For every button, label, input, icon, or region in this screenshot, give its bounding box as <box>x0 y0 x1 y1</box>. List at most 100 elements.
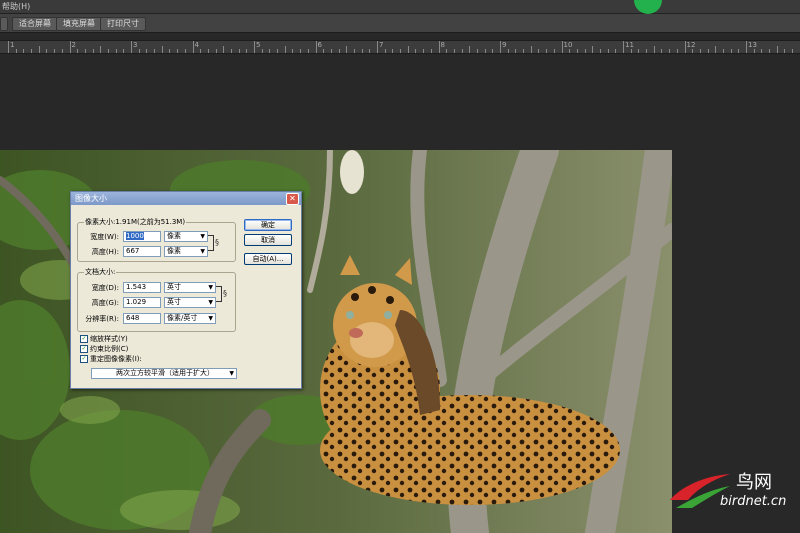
document-size-label: 文档大小: <box>84 267 117 277</box>
ruler-major-tick <box>438 41 440 53</box>
ruler-minor-tick <box>707 49 709 53</box>
ruler-major-tick <box>684 41 686 53</box>
ruler-major-tick <box>500 41 501 53</box>
ruler-minor-tick <box>415 49 417 53</box>
ruler-label: 10 <box>563 41 573 49</box>
auto-button[interactable]: 自动(A)... <box>244 253 292 265</box>
watermark-cn: 鸟网 <box>736 472 772 493</box>
ruler-major-tick <box>623 41 624 53</box>
pixel-height-unit-select[interactable]: 像素 ▼ <box>164 246 208 257</box>
constrain-proportions-label: 约束比例(C) <box>90 345 129 353</box>
ruler-minor-tick <box>792 49 794 53</box>
ruler-minor-tick <box>300 49 302 53</box>
ruler-minor-tick <box>615 49 617 53</box>
ruler-minor-tick <box>669 49 671 53</box>
constrain-proportions-checkbox[interactable]: ✓ <box>80 345 88 353</box>
ruler-minor-tick <box>200 49 202 53</box>
ruler-minor-tick <box>546 49 548 53</box>
ruler-major-tick <box>561 41 563 53</box>
ruler-minor-tick <box>15 49 17 53</box>
ruler-minor-tick <box>784 49 786 53</box>
ruler-minor-tick <box>630 49 632 53</box>
ruler-minor-tick <box>476 49 478 53</box>
pixel-width-label: 宽度(W): <box>90 233 119 241</box>
ruler-minor-tick <box>646 49 648 53</box>
doc-height-unit-select[interactable]: 英寸 ▼ <box>164 297 216 308</box>
ruler-minor-tick <box>492 49 494 53</box>
pixel-height-input[interactable]: 667 <box>123 246 161 257</box>
ruler-minor-tick <box>230 49 232 53</box>
ruler-minor-tick <box>138 49 140 53</box>
ruler-minor-tick <box>369 49 371 53</box>
ruler-label: 9 <box>502 41 507 49</box>
ruler-label: 3 <box>133 41 138 49</box>
ruler-minor-tick <box>146 49 148 53</box>
ruler-minor-tick <box>553 49 555 53</box>
menu-bar: 帮助(H) <box>0 0 800 14</box>
resolution-label: 分辨率(R): <box>85 315 119 323</box>
ruler-minor-tick <box>115 49 117 53</box>
ruler-minor-tick <box>400 49 402 53</box>
close-icon[interactable]: ✕ <box>286 193 299 205</box>
ruler-minor-tick <box>361 49 363 53</box>
resample-method-select[interactable]: 两次立方较平滑（适用于扩大） ▼ <box>91 368 237 379</box>
ruler-minor-tick <box>346 46 348 53</box>
ruler-minor-tick <box>338 49 340 53</box>
ruler-minor-tick <box>31 49 33 53</box>
ruler-label: 4 <box>194 41 199 49</box>
ruler-minor-tick <box>538 49 540 53</box>
doc-width-unit-select[interactable]: 英寸 ▼ <box>164 282 216 293</box>
ruler-minor-tick <box>284 46 286 53</box>
ruler-minor-tick <box>323 49 325 53</box>
ruler-minor-tick <box>384 49 386 53</box>
ruler-minor-tick <box>246 49 248 53</box>
menu-help[interactable]: 帮助(H) <box>2 1 30 12</box>
chain-link-icon: § <box>215 238 219 247</box>
ruler-minor-tick <box>638 49 640 53</box>
ruler-label: 12 <box>686 41 696 49</box>
pixel-width-unit-select[interactable]: 像素 ▼ <box>164 231 208 242</box>
chevron-down-icon: ▼ <box>200 233 205 240</box>
ok-button[interactable]: 确定 <box>244 219 292 231</box>
cancel-button[interactable]: 取消 <box>244 234 292 246</box>
ruler-label: 2 <box>71 41 76 49</box>
ruler-minor-tick <box>307 49 309 53</box>
print-size-button[interactable]: 打印尺寸 <box>100 17 146 31</box>
ruler-minor-tick <box>523 49 525 53</box>
ruler-label: 11 <box>625 41 634 49</box>
scale-styles-checkbox[interactable]: ✓ <box>80 335 88 343</box>
chevron-down-icon: ▼ <box>208 299 213 306</box>
resolution-input[interactable]: 648 <box>123 313 161 324</box>
dialog-titlebar[interactable]: 图像大小 ✕ <box>71 192 301 205</box>
ruler-label: 1 <box>10 41 15 49</box>
ruler-label: 5 <box>256 41 261 49</box>
ruler-minor-tick <box>123 49 125 53</box>
ruler-minor-tick <box>238 49 240 53</box>
ruler-major-tick <box>377 41 378 53</box>
ruler-minor-tick <box>46 49 48 53</box>
ruler-major-tick <box>131 41 132 53</box>
pixel-width-input[interactable]: 1000 <box>123 231 161 242</box>
ruler-minor-tick <box>353 49 355 53</box>
resample-image-checkbox[interactable]: ✓ <box>80 355 88 363</box>
ruler-minor-tick <box>461 49 463 53</box>
doc-height-input[interactable]: 1.029 <box>123 297 161 308</box>
doc-width-input[interactable]: 1.543 <box>123 282 161 293</box>
ruler-minor-tick <box>38 46 40 53</box>
ruler-minor-tick <box>530 46 532 53</box>
watermark-url: birdnet.cn <box>720 494 787 509</box>
chain-link-icon: § <box>223 289 227 298</box>
fill-screen-button[interactable]: 填充屏幕 <box>56 17 102 31</box>
chevron-down-icon: ▼ <box>208 315 213 322</box>
options-bar-button-partial[interactable] <box>0 17 8 31</box>
image-size-dialog: 图像大小 ✕ 像素大小:1.91M(之前为51.3M) 宽度(W): 1000 … <box>70 191 302 389</box>
ruler-minor-tick <box>292 49 294 53</box>
ruler-minor-tick <box>261 49 263 53</box>
ruler-minor-tick <box>569 49 571 53</box>
scale-styles-label: 缩放样式(Y) <box>90 335 128 343</box>
ruler-minor-tick <box>753 49 755 53</box>
ruler-label: 8 <box>440 41 445 49</box>
fit-screen-button[interactable]: 适合屏幕 <box>12 17 58 31</box>
ruler-minor-tick <box>453 49 455 53</box>
resolution-unit-select[interactable]: 像素/英寸 ▼ <box>164 313 216 324</box>
